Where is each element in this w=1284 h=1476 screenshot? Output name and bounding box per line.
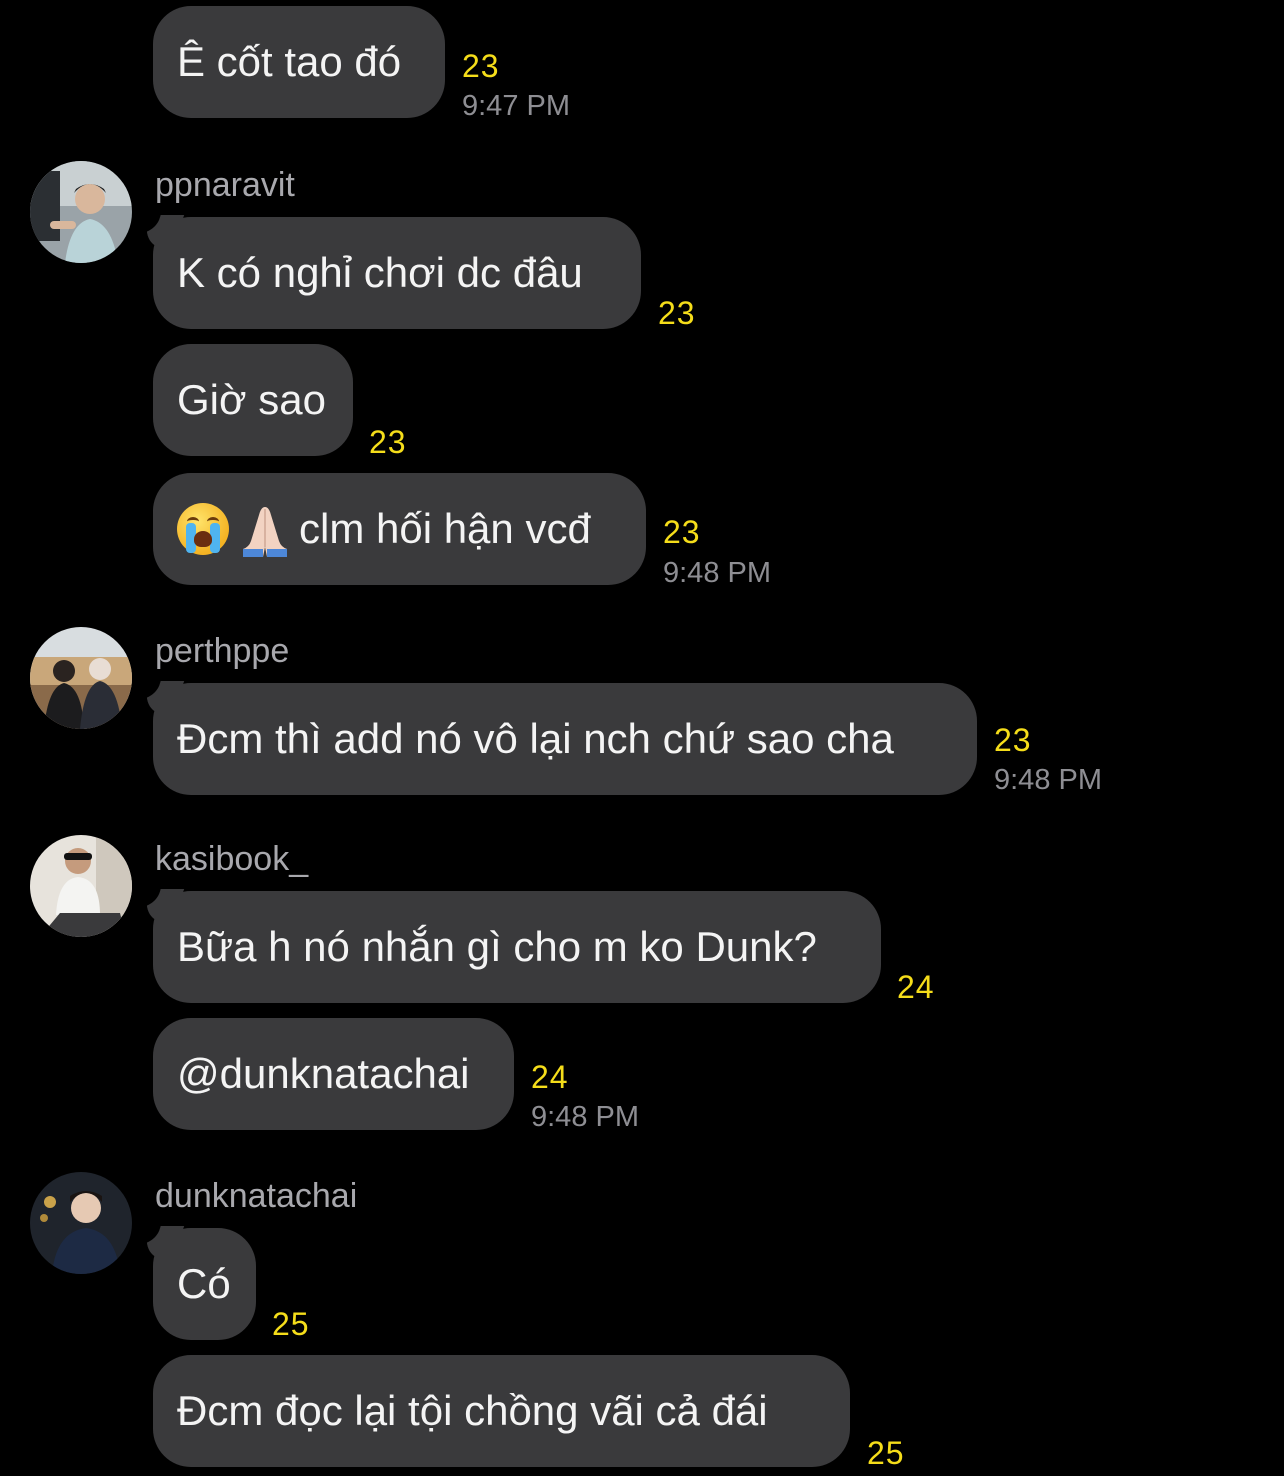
timestamp: 9:47 PM: [462, 90, 570, 122]
sender-name: ppnaravit: [155, 166, 295, 204]
message-bubble[interactable]: Bữa h nó nhắn gì cho m ko Dunk?: [135, 877, 881, 1003]
message-bubble[interactable]: Có: [135, 1214, 256, 1340]
message-bubble[interactable]: Giờ sao: [153, 344, 353, 456]
message-bubble[interactable]: clm hối hận vcđ: [153, 473, 646, 585]
sender-name: kasibook_: [155, 840, 309, 878]
read-count: 24: [531, 1059, 569, 1095]
message-text: Bữa h nó nhắn gì cho m ko Dunk?: [177, 923, 817, 970]
read-count: 23: [462, 48, 500, 84]
read-count: 23: [658, 295, 696, 331]
message-text: Ê cốt tao đó: [177, 38, 402, 85]
read-count: 25: [272, 1306, 310, 1342]
message-bubble[interactable]: Đcm thì add nó vô lại nch chứ sao cha: [135, 669, 977, 795]
message-text: Đcm đọc lại tội chồng vãi cả đái: [177, 1387, 768, 1434]
read-count: 23: [369, 424, 407, 460]
message-text: Giờ sao: [177, 376, 326, 423]
couple-photo-avatar-icon: [30, 627, 132, 729]
sender-name: perthppe: [155, 632, 290, 670]
portrait-avatar-icon: [30, 1172, 132, 1274]
read-count: 23: [994, 722, 1032, 758]
message-bubble[interactable]: @dunknatachai: [153, 1018, 514, 1130]
message-text: Có: [177, 1260, 231, 1307]
message-text: K có nghỉ chơi dc đâu: [177, 249, 583, 296]
person-avatar-icon: [30, 161, 132, 263]
message-bubble[interactable]: Ê cốt tao đó: [153, 6, 445, 118]
message-text: @dunknatachai: [177, 1050, 470, 1097]
timestamp: 9:48 PM: [531, 1101, 639, 1133]
loudly-crying-face-icon: [177, 503, 229, 555]
timestamp: 9:48 PM: [994, 764, 1102, 796]
message-text: clm hối hận vcđ: [299, 505, 591, 552]
timestamp: 9:48 PM: [663, 557, 771, 589]
folded-hands-icon: [243, 507, 287, 557]
message-text: Đcm thì add nó vô lại nch chứ sao cha: [177, 715, 894, 762]
read-count: 23: [663, 514, 701, 550]
avatar-perthppe[interactable]: [30, 627, 132, 729]
avatar-ppnaravit[interactable]: [30, 161, 132, 263]
avatar-dunknatachai[interactable]: [30, 1172, 132, 1274]
read-count: 25: [867, 1435, 905, 1471]
sender-name: dunknatachai: [155, 1177, 358, 1215]
message-bubble[interactable]: Đcm đọc lại tội chồng vãi cả đái: [153, 1355, 850, 1467]
read-count: 24: [897, 969, 935, 1005]
avatar-kasibook[interactable]: [30, 835, 132, 937]
message-bubble[interactable]: K có nghỉ chơi dc đâu: [135, 203, 641, 329]
mirror-selfie-avatar-icon: [30, 835, 132, 937]
